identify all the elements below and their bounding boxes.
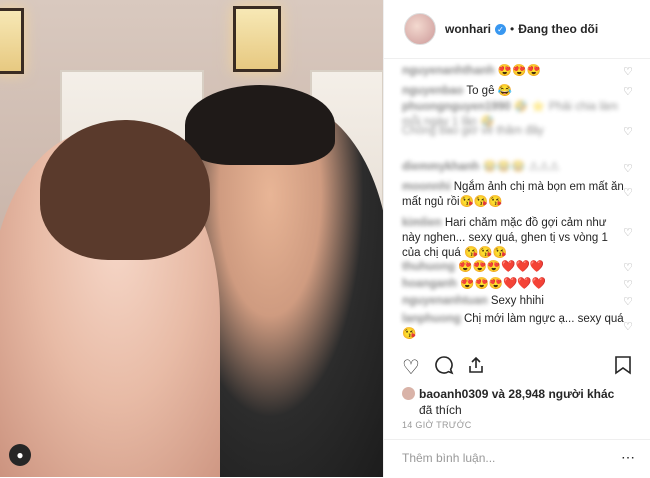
more-icon[interactable]: ⋯ xyxy=(621,449,635,466)
heart-icon[interactable]: ♡ xyxy=(623,226,633,239)
list-item: kimlien Hari chăm mặc đồ gợi cảm như này… xyxy=(402,217,608,259)
heart-icon[interactable]: ♡ xyxy=(623,65,633,78)
post-sidebar: wonhari ✓ • Đang theo dõi nguyenanhthanh… xyxy=(383,0,650,477)
share-icon[interactable] xyxy=(466,355,486,381)
list-item: nguyenanhtuan Sexy hhihi xyxy=(402,295,544,307)
comment-input[interactable]: Thêm bình luận... ⋯ xyxy=(384,439,650,478)
list-item: moonnhi Ngắm ảnh chị mà bọn em mất ăn mấ… xyxy=(402,181,624,208)
heart-icon[interactable]: ♡ xyxy=(402,355,420,380)
post-actions: ♡ xyxy=(384,355,650,385)
person-left-hair xyxy=(40,120,210,260)
post-header: wonhari ✓ • Đang theo dõi xyxy=(384,0,650,59)
heart-icon[interactable]: ♡ xyxy=(623,186,633,199)
heart-icon[interactable]: ♡ xyxy=(623,261,633,274)
list-item: nguyenbao To gê 😂 xyxy=(402,85,512,97)
list-item: diemmykhanh 😂😂😂 ⚠⚠⚠ xyxy=(402,161,560,173)
list-item: hoanganh 😍😍😍❤️❤️❤️ xyxy=(402,278,547,290)
comment-placeholder: Thêm bình luận... xyxy=(402,451,496,465)
person-right-hair xyxy=(185,85,335,165)
list-item: nguyenanhthanh 😍😍😍 xyxy=(402,65,541,77)
username[interactable]: wonhari xyxy=(445,22,491,36)
bookmark-icon[interactable] xyxy=(614,355,632,381)
likes-count[interactable]: và 28,948 người khác xyxy=(492,387,615,401)
comment-list: nguyenanhthanh 😍😍😍 ♡ nguyenbao To gê 😂 ♡… xyxy=(384,58,650,350)
avatar[interactable] xyxy=(402,387,415,400)
verified-badge-icon: ✓ xyxy=(495,23,507,35)
heart-icon[interactable]: ♡ xyxy=(623,278,633,291)
list-item: thuhuong 😍😍😍❤️❤️❤️ xyxy=(402,261,545,273)
follow-status[interactable]: Đang theo dõi xyxy=(518,22,598,36)
separator-dot: • xyxy=(510,22,515,36)
likes-summary: baoanh0309 và 28,948 người khác đã thích xyxy=(402,386,642,418)
wall-lamp xyxy=(0,8,24,74)
likes-suffix: đã thích xyxy=(419,403,462,417)
comment-icon[interactable] xyxy=(434,355,454,381)
post-photo[interactable]: ● xyxy=(0,0,383,477)
heart-icon[interactable]: ♡ xyxy=(623,125,633,138)
user-tag-icon[interactable]: ● xyxy=(9,444,31,466)
avatar[interactable] xyxy=(404,13,436,45)
post-timestamp: 14 GIỜ TRƯỚC xyxy=(402,420,472,430)
heart-icon[interactable]: ♡ xyxy=(623,295,633,308)
list-item: lanphuong Chị mới làm ngực ạ... sexy quá… xyxy=(402,313,624,340)
liked-by-user[interactable]: baoanh0309 xyxy=(419,387,488,401)
heart-icon[interactable]: ♡ xyxy=(623,85,633,98)
heart-icon[interactable]: ♡ xyxy=(623,320,633,333)
heart-icon[interactable]: ♡ xyxy=(623,162,633,175)
wall-lamp xyxy=(233,6,281,72)
list-item: Chồng bao giờ về thăm đây xyxy=(402,125,544,137)
